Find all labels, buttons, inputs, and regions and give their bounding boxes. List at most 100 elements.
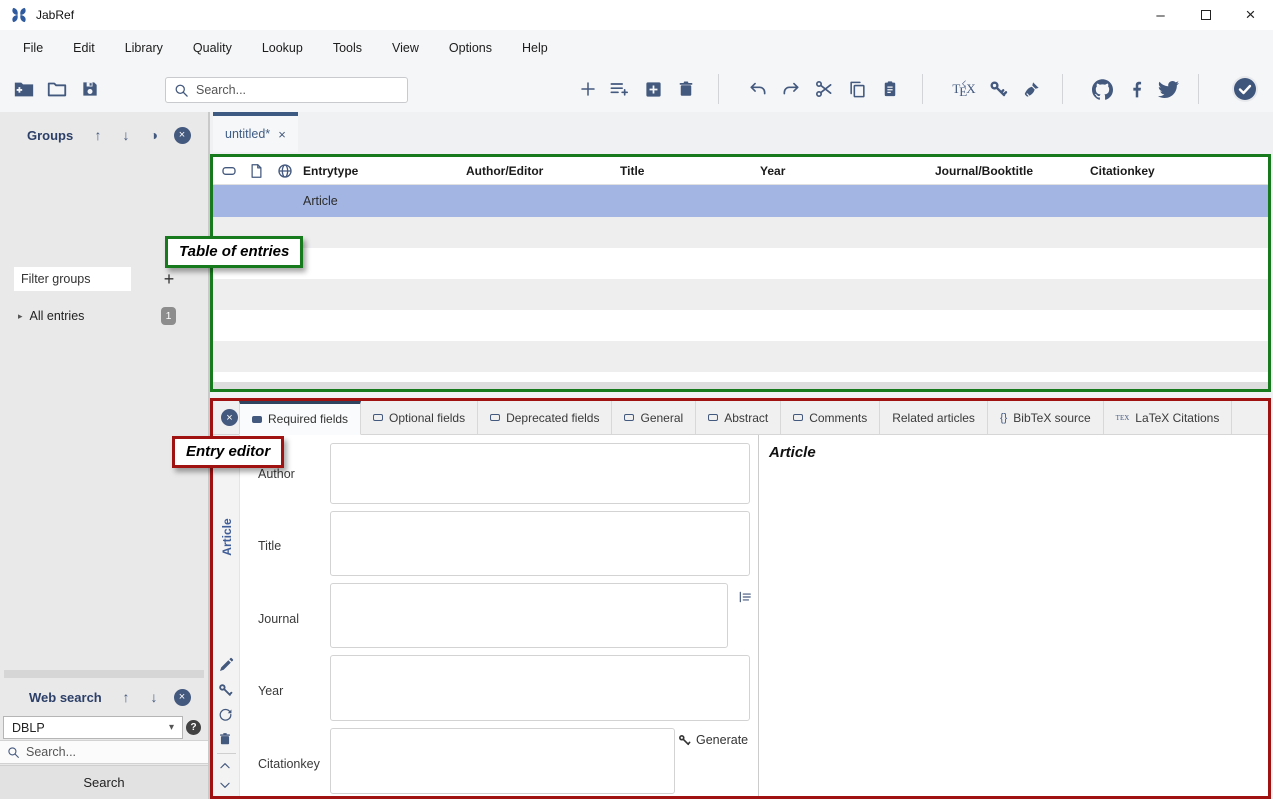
- column-citationkey[interactable]: Citationkey: [1090, 157, 1155, 185]
- menu-help[interactable]: Help: [507, 30, 563, 66]
- github-link-button[interactable]: [1090, 77, 1114, 101]
- generate-key-icon[interactable]: [218, 683, 235, 700]
- new-library-button[interactable]: [12, 77, 36, 101]
- author-field[interactable]: [330, 443, 750, 504]
- connection-status-button[interactable]: [1231, 75, 1259, 103]
- tab-optional-fields[interactable]: Optional fields: [361, 401, 479, 434]
- library-tab-close-icon[interactable]: ×: [278, 127, 286, 142]
- facebook-link-button[interactable]: [1125, 77, 1149, 101]
- tab-required-fields[interactable]: Required fields: [239, 401, 362, 435]
- cleanup-entries-button[interactable]: [1019, 77, 1043, 101]
- tab-general[interactable]: General: [612, 401, 697, 434]
- groups-move-down-icon[interactable]: ↓: [116, 125, 136, 145]
- column-year[interactable]: Year: [760, 157, 785, 185]
- menu-quality[interactable]: Quality: [178, 30, 247, 66]
- fetcher-select[interactable]: DBLP ▾: [3, 716, 183, 739]
- web-search-move-up-icon[interactable]: ↑: [116, 687, 136, 707]
- search-icon: [8, 746, 19, 758]
- minimize-button[interactable]: –: [1138, 0, 1183, 30]
- web-search-input[interactable]: [26, 745, 201, 759]
- table-horizontal-scrollbar[interactable]: [213, 382, 1268, 389]
- expand-icon[interactable]: ▸: [18, 311, 23, 322]
- tab-related-articles[interactable]: Related articles: [880, 401, 988, 434]
- groups-move-up-icon[interactable]: ↑: [88, 125, 108, 145]
- entry-editor-close-icon[interactable]: ×: [221, 409, 238, 426]
- menu-edit[interactable]: Edit: [58, 30, 110, 66]
- refresh-icon[interactable]: [218, 707, 235, 724]
- table-row[interactable]: [213, 310, 1268, 341]
- add-group-button[interactable]: +: [157, 267, 181, 291]
- redo-button[interactable]: [779, 77, 803, 101]
- filter-groups-input[interactable]: [14, 267, 131, 291]
- previous-entry-icon[interactable]: [218, 759, 235, 776]
- web-search-box[interactable]: [0, 740, 208, 764]
- menu-file[interactable]: File: [8, 30, 58, 66]
- main-search-input[interactable]: [196, 83, 399, 97]
- ranking-column-icon[interactable]: [221, 163, 237, 179]
- paste-button[interactable]: [878, 77, 902, 101]
- delete-entry-button[interactable]: [674, 77, 698, 101]
- open-library-button[interactable]: [45, 77, 69, 101]
- tab-latex-citations[interactable]: TEX LaTeX Citations: [1103, 401, 1233, 434]
- menu-library[interactable]: Library: [110, 30, 178, 66]
- citationkey-field[interactable]: [330, 728, 675, 794]
- maximize-button[interactable]: [1183, 0, 1228, 30]
- check-circle-icon: [1232, 76, 1258, 102]
- url-column-icon[interactable]: [277, 163, 293, 179]
- new-entry-from-plaintext-button[interactable]: [606, 77, 630, 101]
- tab-bibtex-source[interactable]: {} BibTeX source: [987, 401, 1104, 434]
- delete-entry-icon[interactable]: [218, 732, 235, 749]
- close-button[interactable]: ×: [1228, 0, 1273, 30]
- groups-horizontal-scrollbar[interactable]: [4, 670, 204, 678]
- generate-citationkeys-button[interactable]: [986, 77, 1010, 101]
- menu-lookup[interactable]: Lookup: [247, 30, 318, 66]
- twitter-link-button[interactable]: [1156, 77, 1180, 101]
- fetcher-help-icon[interactable]: ?: [186, 720, 201, 735]
- tab-deprecated-fields[interactable]: Deprecated fields: [478, 401, 613, 434]
- field-icon: [793, 414, 804, 421]
- menu-view[interactable]: View: [377, 30, 434, 66]
- title-field[interactable]: [330, 511, 750, 576]
- menu-options[interactable]: Options: [434, 30, 507, 66]
- tex-icon: ☇ TEX: [952, 79, 976, 99]
- cut-button[interactable]: [812, 77, 836, 101]
- column-title[interactable]: Title: [620, 157, 644, 185]
- file-column-icon[interactable]: [249, 163, 264, 179]
- column-author-editor[interactable]: Author/Editor: [466, 157, 543, 185]
- next-entry-icon[interactable]: [218, 778, 235, 795]
- copy-button[interactable]: [845, 77, 869, 101]
- generate-citationkey-button[interactable]: Generate: [678, 733, 748, 747]
- save-library-button[interactable]: [78, 77, 102, 101]
- web-search-move-down-icon[interactable]: ↓: [144, 687, 164, 707]
- web-search-button[interactable]: Search: [0, 765, 208, 799]
- year-field[interactable]: [330, 655, 750, 721]
- tab-comments[interactable]: Comments: [781, 401, 881, 434]
- undo-button[interactable]: [746, 77, 770, 101]
- menu-tools[interactable]: Tools: [318, 30, 377, 66]
- main-search-box[interactable]: [165, 77, 408, 103]
- table-row[interactable]: [213, 279, 1268, 310]
- toolbar-separator: [1062, 74, 1063, 104]
- rail-divider: [217, 753, 236, 754]
- all-entries-group[interactable]: ▸ All entries 1: [0, 303, 208, 329]
- table-row[interactable]: [213, 341, 1268, 372]
- table-row[interactable]: [213, 372, 1268, 382]
- table-row[interactable]: [213, 248, 1268, 279]
- table-row[interactable]: [213, 217, 1268, 248]
- column-journal-booktitle[interactable]: Journal/Booktitle: [935, 157, 1033, 185]
- journal-info-icon[interactable]: [738, 590, 752, 604]
- groups-intersection-toggle-icon[interactable]: ◑: [144, 125, 164, 145]
- table-header: Entrytype Author/Editor Title Year Journ…: [213, 157, 1268, 185]
- library-tab[interactable]: untitled* ×: [213, 112, 298, 152]
- edit-entry-icon[interactable]: [218, 657, 235, 674]
- groups-close-icon[interactable]: ×: [172, 125, 192, 145]
- column-entrytype[interactable]: Entrytype: [303, 157, 358, 185]
- new-article-button[interactable]: [641, 77, 665, 101]
- new-entry-button[interactable]: [576, 77, 600, 101]
- push-to-latex-button[interactable]: ☇ TEX: [948, 77, 980, 101]
- web-search-panel-title: Web search: [29, 690, 102, 705]
- journal-field[interactable]: [330, 583, 728, 648]
- tab-abstract[interactable]: Abstract: [696, 401, 782, 434]
- table-row-selected[interactable]: Article: [213, 185, 1268, 217]
- web-search-close-icon[interactable]: ×: [172, 687, 192, 707]
